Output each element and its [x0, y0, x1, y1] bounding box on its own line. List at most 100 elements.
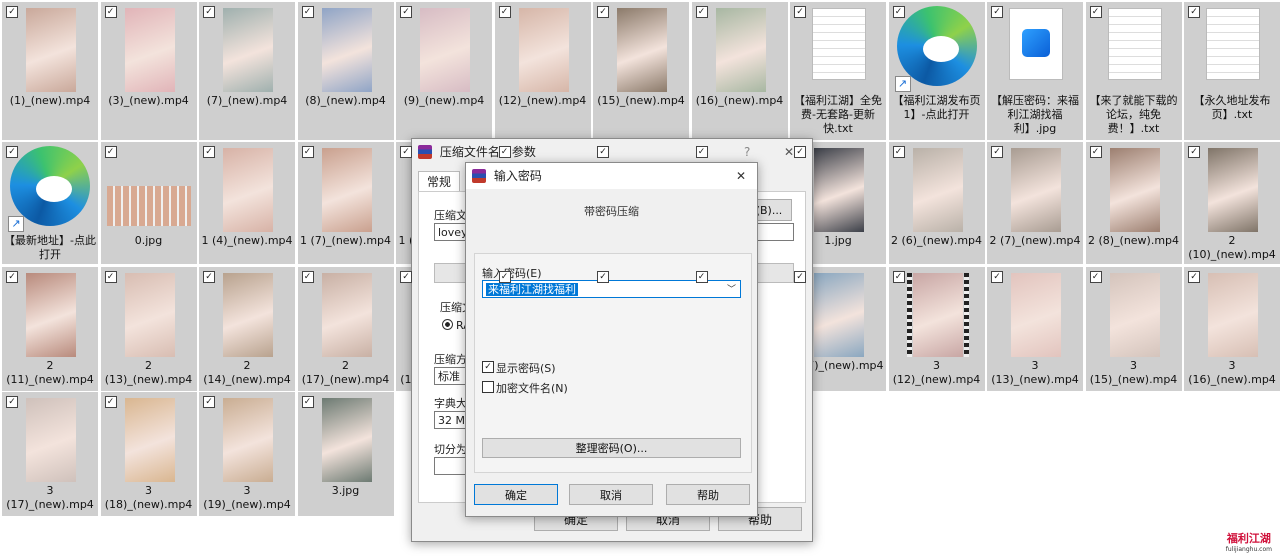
select-checkbox[interactable]: ✓ — [794, 271, 806, 283]
close-icon[interactable]: ✕ — [736, 163, 746, 189]
select-checkbox[interactable]: ✓ — [6, 271, 18, 283]
select-checkbox[interactable]: ✓ — [498, 271, 511, 283]
select-checkbox[interactable]: ✓ — [400, 6, 412, 18]
file-tile[interactable]: ✓ 1 (7)_(new).mp4 — [297, 142, 394, 264]
select-checkbox[interactable]: ✓ — [892, 271, 905, 283]
select-checkbox[interactable]: ✓ — [991, 271, 1003, 283]
select-checkbox[interactable]: ✓ — [1089, 146, 1102, 158]
file-tile[interactable]: ✓ 【解压密码：来福利江湖找福利】.jpg — [987, 2, 1083, 140]
select-checkbox[interactable]: ✓ — [104, 146, 117, 158]
password-titlebar[interactable]: 输入密码 ✕ — [466, 163, 757, 189]
select-checkbox[interactable]: ✓ — [203, 271, 215, 283]
select-checkbox[interactable]: ✓ — [203, 6, 215, 18]
file-tile[interactable]: ✓ (16)_(new).mp4 — [691, 2, 788, 140]
select-checkbox[interactable]: ✓ — [498, 146, 511, 158]
file-tile[interactable]: ✓ 3 (16)_(new).mp4 — [1184, 267, 1280, 391]
select-checkbox[interactable]: ✓ — [400, 146, 412, 158]
select-checkbox[interactable]: ✓ — [892, 6, 905, 18]
text-file-icon — [812, 8, 866, 80]
show-password-checkbox[interactable]: ✓ — [482, 361, 494, 373]
file-name: (12)_(new).mp4 — [498, 94, 587, 107]
select-checkbox[interactable]: ✓ — [695, 271, 708, 283]
file-tile[interactable]: ✓ 3.jpg — [297, 392, 394, 516]
file-tile[interactable]: ✓ (15)_(new).mp4 — [593, 2, 689, 140]
select-checkbox[interactable]: ✓ — [301, 271, 314, 283]
file-tile[interactable]: ✓ 3 (17)_(new).mp4 — [2, 392, 98, 516]
select-checkbox[interactable]: ✓ — [597, 146, 609, 158]
close-icon[interactable]: ✕ — [784, 139, 794, 165]
file-tile[interactable]: ✓ (12)_(new).mp4 — [494, 2, 591, 140]
select-checkbox[interactable]: ✓ — [301, 146, 314, 158]
select-checkbox[interactable]: ✓ — [892, 146, 905, 158]
select-checkbox[interactable]: ✓ — [1089, 6, 1102, 18]
video-thumbnail — [223, 8, 273, 92]
video-thumbnail — [26, 273, 76, 357]
file-tile[interactable]: ✓ 0.jpg — [100, 142, 197, 264]
select-checkbox[interactable]: ✓ — [104, 396, 117, 408]
select-checkbox[interactable]: ✓ — [203, 146, 215, 158]
file-tile[interactable]: ✓ (3)_(new).mp4 — [100, 2, 197, 140]
file-tile[interactable]: ✓ (7)_(new).mp4 — [199, 2, 295, 140]
file-tile[interactable]: ✓ ↗ 【最新地址】-点此打开 — [2, 142, 98, 264]
file-tile[interactable]: ✓ 3 (12)_(new).mp4 — [888, 267, 985, 391]
file-name: 2 (6)_(new).mp4 — [890, 234, 983, 247]
select-checkbox[interactable]: ✓ — [6, 6, 18, 18]
select-checkbox[interactable]: ✓ — [498, 6, 511, 18]
file-tile[interactable]: ✓ (9)_(new).mp4 — [396, 2, 492, 140]
select-checkbox[interactable]: ✓ — [991, 146, 1003, 158]
file-tile[interactable]: ✓ 2 (13)_(new).mp4 — [100, 267, 197, 391]
video-thumbnail — [912, 148, 963, 232]
select-checkbox[interactable]: ✓ — [597, 271, 609, 283]
video-thumbnail — [321, 273, 372, 357]
encrypt-names-checkbox[interactable] — [482, 381, 494, 393]
select-checkbox[interactable]: ✓ — [104, 6, 117, 18]
file-tile[interactable]: ✓ 2 (8)_(new).mp4 — [1085, 142, 1182, 264]
file-tile[interactable]: ✓ 3 (15)_(new).mp4 — [1085, 267, 1182, 391]
password-help-button[interactable]: 帮助 — [666, 484, 750, 505]
select-checkbox[interactable]: ✓ — [6, 146, 18, 158]
file-tile[interactable]: ✓ (8)_(new).mp4 — [297, 2, 394, 140]
select-checkbox[interactable]: ✓ — [695, 146, 708, 158]
chevron-down-icon[interactable]: ﹀ — [727, 281, 736, 299]
text-file-icon — [1206, 8, 1260, 80]
select-checkbox[interactable]: ✓ — [794, 146, 806, 158]
select-checkbox[interactable]: ✓ — [794, 6, 806, 18]
file-tile[interactable]: ✓ (1)_(new).mp4 — [2, 2, 98, 140]
file-tile[interactable]: ✓ 【来了就能下载的论坛，纯免费！】.txt — [1085, 2, 1182, 140]
select-checkbox[interactable]: ✓ — [203, 396, 215, 408]
archive-params-title: 压缩文件名和参数 — [439, 145, 536, 159]
select-checkbox[interactable]: ✓ — [301, 6, 314, 18]
select-checkbox[interactable]: ✓ — [1188, 146, 1200, 158]
file-tile[interactable]: ✓ 1 (4)_(new).mp4 — [199, 142, 295, 264]
file-tile[interactable]: ✓ 【永久地址发布页】.txt — [1184, 2, 1280, 140]
file-tile[interactable]: ✓ 3 (19)_(new).mp4 — [199, 392, 295, 516]
select-checkbox[interactable]: ✓ — [6, 396, 18, 408]
organize-passwords-button[interactable]: 整理密码(O)... — [482, 438, 741, 458]
file-name: 3 (18)_(new).mp4 — [104, 484, 193, 511]
select-checkbox[interactable]: ✓ — [301, 396, 314, 408]
password-ok-button[interactable]: 确定 — [474, 484, 558, 505]
file-tile[interactable]: ✓ 【福利江湖】全免费-无套路-更新快.txt — [790, 2, 886, 140]
file-name: (1)_(new).mp4 — [9, 94, 91, 107]
file-tile[interactable]: ✓ 2 (6)_(new).mp4 — [888, 142, 985, 264]
tab-general[interactable]: 常规 — [418, 171, 460, 192]
file-tile[interactable]: ✓ 2 (11)_(new).mp4 — [2, 267, 98, 391]
password-cancel-button[interactable]: 取消 — [569, 484, 653, 505]
select-checkbox[interactable]: ✓ — [400, 271, 412, 283]
file-tile[interactable]: ✓ 2 (10)_(new).mp4 — [1184, 142, 1280, 264]
select-checkbox[interactable]: ✓ — [1188, 6, 1200, 18]
video-thumbnail — [124, 8, 175, 92]
file-tile[interactable]: ✓ 3 (18)_(new).mp4 — [100, 392, 197, 516]
file-tile[interactable]: ✓ 2 (14)_(new).mp4 — [199, 267, 295, 391]
video-thumbnail — [1011, 148, 1061, 232]
file-tile[interactable]: ✓ 2 (7)_(new).mp4 — [987, 142, 1083, 264]
select-checkbox[interactable]: ✓ — [1188, 271, 1200, 283]
file-tile[interactable]: ✓ 3 (13)_(new).mp4 — [987, 267, 1083, 391]
select-checkbox[interactable]: ✓ — [104, 271, 117, 283]
file-tile[interactable]: ✓ 2 (17)_(new).mp4 — [297, 267, 394, 391]
select-checkbox[interactable]: ✓ — [597, 6, 609, 18]
select-checkbox[interactable]: ✓ — [1089, 271, 1102, 283]
select-checkbox[interactable]: ✓ — [695, 6, 708, 18]
select-checkbox[interactable]: ✓ — [991, 6, 1003, 18]
file-tile[interactable]: ✓ ↗ 【福利江湖发布页1】-点此打开 — [888, 2, 985, 140]
